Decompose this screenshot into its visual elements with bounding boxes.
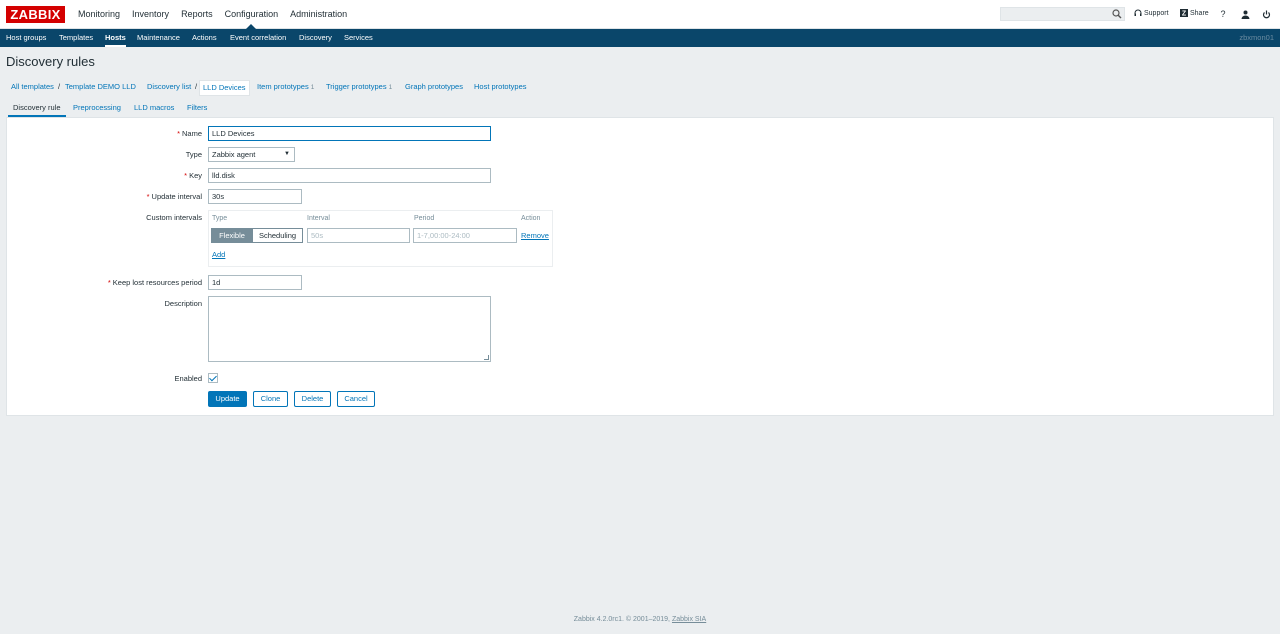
cancel-button[interactable]: Cancel bbox=[337, 391, 375, 407]
resize-grip-icon[interactable] bbox=[484, 355, 489, 360]
name-label: * Name bbox=[177, 129, 202, 138]
svg-text:Z: Z bbox=[1182, 11, 1187, 18]
custom-intervals-label: Custom intervals bbox=[146, 213, 202, 222]
user-profile-icon[interactable] bbox=[1239, 8, 1251, 20]
breadcrumb-trigger-prototypes[interactable]: Trigger prototypes 1 bbox=[326, 79, 392, 96]
type-select-value: Zabbix agent bbox=[212, 150, 256, 159]
update-button[interactable]: Update bbox=[208, 391, 247, 407]
headset-icon bbox=[1134, 9, 1142, 16]
chevron-down-icon: ▼ bbox=[284, 151, 290, 157]
submenu-maintenance[interactable]: Maintenance bbox=[137, 29, 180, 47]
ci-header-type: Type bbox=[212, 215, 228, 222]
breadcrumb-graph-prototypes[interactable]: Graph prototypes bbox=[405, 79, 463, 95]
name-label-text: Name bbox=[181, 129, 202, 138]
menu-configuration[interactable]: Configuration bbox=[219, 0, 285, 29]
tab-discovery-rule[interactable]: Discovery rule bbox=[8, 100, 65, 117]
share-link[interactable]: Z Share bbox=[1180, 9, 1209, 17]
menu-administration[interactable]: Administration bbox=[284, 0, 353, 29]
tab-preprocessing[interactable]: Preprocessing bbox=[73, 100, 121, 115]
current-user: zbxmon01 bbox=[1239, 33, 1274, 42]
update-interval-input[interactable]: 30s bbox=[208, 189, 302, 204]
breadcrumb-template[interactable]: Template DEMO LLD bbox=[65, 79, 136, 95]
search-icon[interactable] bbox=[1112, 9, 1122, 19]
page-title: Discovery rules bbox=[6, 54, 95, 69]
menu-reports[interactable]: Reports bbox=[175, 0, 219, 29]
update-interval-label: * Update interval bbox=[147, 192, 202, 201]
required-mark: * bbox=[184, 171, 188, 180]
description-textarea[interactable] bbox=[208, 296, 491, 362]
key-label: * Key bbox=[184, 171, 202, 180]
clone-button[interactable]: Clone bbox=[253, 391, 288, 407]
key-input[interactable]: lld.disk bbox=[208, 168, 491, 183]
description-label: Description bbox=[164, 299, 202, 308]
tab-filters[interactable]: Filters bbox=[187, 100, 207, 115]
delete-button[interactable]: Delete bbox=[294, 391, 331, 407]
footer-text: Zabbix 4.2.0rc1. © 2001–2019, bbox=[573, 616, 671, 623]
share-icon: Z bbox=[1180, 9, 1188, 17]
type-select[interactable]: Zabbix agent ▼ bbox=[208, 147, 295, 162]
ci-scheduling-toggle[interactable]: Scheduling bbox=[252, 228, 303, 243]
breadcrumb-item-prototypes[interactable]: Item prototypes 1 bbox=[257, 79, 314, 96]
enabled-label: Enabled bbox=[174, 374, 202, 383]
ci-flexible-toggle[interactable]: Flexible bbox=[211, 228, 253, 243]
footer: Zabbix 4.2.0rc1. © 2001–2019, Zabbix SIA bbox=[0, 616, 1280, 623]
required-mark: * bbox=[177, 129, 180, 138]
top-bar: ZABBIX Monitoring Inventory Reports Conf… bbox=[0, 0, 1280, 29]
breadcrumb-host-prototypes[interactable]: Host prototypes bbox=[474, 79, 527, 95]
power-icon bbox=[1262, 10, 1270, 18]
menu-monitoring[interactable]: Monitoring bbox=[72, 0, 126, 29]
sub-menu: Host groups Templates Hosts Maintenance … bbox=[0, 29, 1280, 47]
search-input[interactable] bbox=[1000, 7, 1125, 21]
required-mark: * bbox=[107, 278, 111, 287]
keep-lost-input[interactable]: 1d bbox=[208, 275, 302, 290]
ci-remove-link[interactable]: Remove bbox=[521, 231, 549, 240]
name-input[interactable]: LLD Devices bbox=[208, 126, 491, 141]
footer-link[interactable]: Zabbix SIA bbox=[672, 616, 706, 623]
menu-inventory[interactable]: Inventory bbox=[126, 0, 175, 29]
main-menu: Monitoring Inventory Reports Configurati… bbox=[72, 0, 353, 29]
help-icon[interactable]: ? bbox=[1217, 8, 1229, 20]
submenu-services[interactable]: Services bbox=[344, 29, 373, 47]
enabled-checkbox[interactable] bbox=[208, 373, 218, 383]
ci-add-link[interactable]: Add bbox=[212, 250, 225, 259]
submenu-templates[interactable]: Templates bbox=[59, 29, 93, 47]
item-prototypes-count: 1 bbox=[310, 84, 315, 91]
required-mark: * bbox=[146, 192, 150, 201]
update-interval-label-text: Update interval bbox=[151, 192, 202, 201]
ci-header-interval: Interval bbox=[307, 215, 330, 222]
item-prototypes-label: Item prototypes bbox=[257, 82, 309, 91]
breadcrumb-all-templates[interactable]: All templates bbox=[11, 79, 54, 95]
keep-lost-label: * Keep lost resources period bbox=[108, 278, 202, 287]
support-link[interactable]: Support bbox=[1134, 9, 1169, 17]
trigger-prototypes-label: Trigger prototypes bbox=[326, 82, 387, 91]
trigger-prototypes-count: 1 bbox=[388, 84, 393, 91]
submenu-host-groups[interactable]: Host groups bbox=[6, 29, 46, 47]
submenu-event-correlation[interactable]: Event correlation bbox=[230, 29, 286, 47]
submenu-hosts[interactable]: Hosts bbox=[105, 29, 126, 47]
breadcrumb-separator: / bbox=[195, 82, 198, 91]
submenu-actions[interactable]: Actions bbox=[192, 29, 217, 47]
keep-lost-label-text: Keep lost resources period bbox=[112, 278, 202, 287]
ci-period-input[interactable]: 1-7,00:00-24:00 bbox=[413, 228, 517, 243]
logout-icon[interactable] bbox=[1260, 8, 1272, 20]
key-label-text: Key bbox=[189, 171, 202, 180]
support-label: Support bbox=[1144, 9, 1169, 17]
breadcrumb-discovery-list[interactable]: Discovery list bbox=[147, 79, 191, 95]
share-label: Share bbox=[1190, 9, 1209, 17]
ci-interval-input[interactable]: 50s bbox=[307, 228, 410, 243]
submenu-discovery[interactable]: Discovery bbox=[299, 29, 332, 47]
form-panel bbox=[6, 117, 1274, 416]
ci-header-action: Action bbox=[521, 215, 541, 222]
breadcrumb-separator: / bbox=[58, 82, 61, 91]
type-label: Type bbox=[185, 150, 202, 159]
tab-lld-macros[interactable]: LLD macros bbox=[134, 100, 174, 115]
breadcrumb-current[interactable]: LLD Devices bbox=[199, 80, 250, 96]
user-icon bbox=[1241, 10, 1249, 19]
zabbix-logo[interactable]: ZABBIX bbox=[6, 6, 65, 23]
breadcrumb: All templates / Template DEMO LLD Discov… bbox=[6, 79, 1274, 96]
ci-header-period: Period bbox=[414, 215, 435, 222]
